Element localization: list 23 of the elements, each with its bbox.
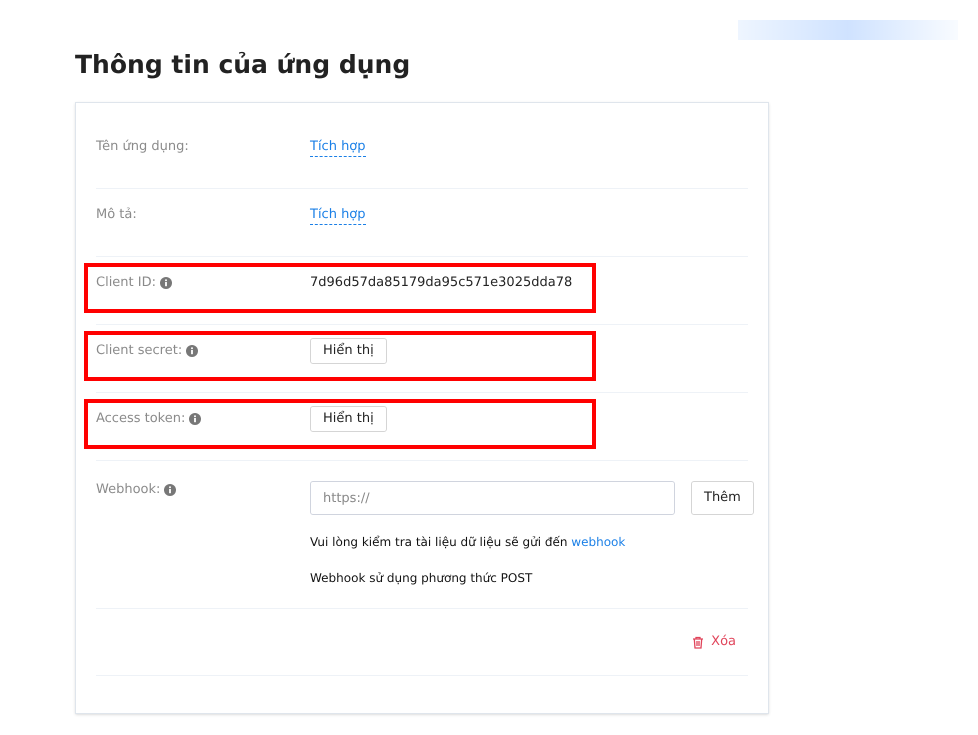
field-label: Client secret: [96, 342, 182, 360]
info-icon [160, 277, 172, 289]
show-button[interactable]: Hiển thị [310, 338, 387, 364]
info-icon [186, 345, 198, 357]
field-label: Access token: [96, 410, 186, 428]
page-title: Thông tin của ứng dụng [75, 49, 412, 81]
webhook-link[interactable]: webhook [571, 535, 626, 549]
webhook-url-field[interactable]: https:// [310, 481, 675, 515]
field-label: Client ID: [96, 274, 156, 292]
info-icon [164, 484, 176, 496]
show-button[interactable]: Hiển thị [310, 406, 387, 432]
delete-button[interactable]: Xóa [692, 632, 736, 652]
field-label: Webhook: [96, 481, 160, 500]
webhook-method-note: Webhook sử dụng phương thức POST [310, 570, 534, 587]
client-id-value: 7d96d57da85179da95c571e3025dda78 [310, 274, 572, 292]
webhook-docs-note: Vui lòng kiểm tra tài liệu dữ liệu sẽ gửi đến webhook [310, 534, 626, 551]
field-label: Tên ứng dụng: [96, 138, 189, 156]
info-icon [189, 413, 202, 425]
trash-icon [692, 636, 704, 648]
field-label: Mô tả: [96, 206, 137, 224]
editable-link[interactable]: Tích hợp [310, 138, 366, 156]
editable-link[interactable]: Tích hợp [310, 206, 366, 224]
add-button[interactable]: Thêm [691, 481, 754, 515]
